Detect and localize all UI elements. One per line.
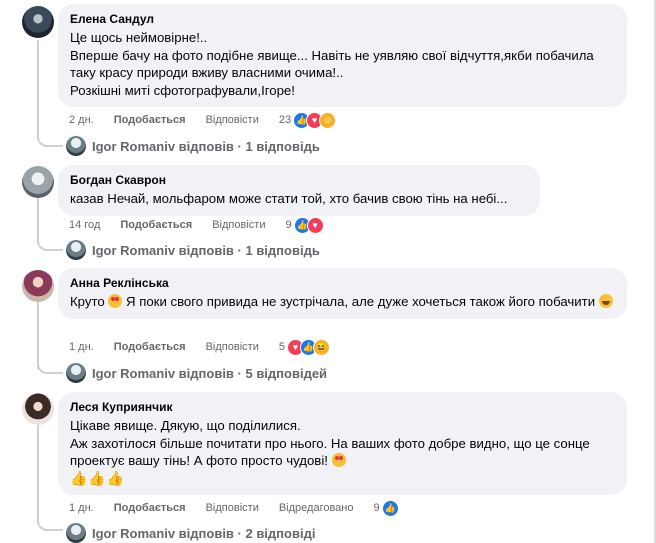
avatar[interactable] [22, 166, 54, 198]
reply-connector [37, 131, 63, 147]
reaction-count[interactable]: 9 [285, 219, 291, 231]
comment-bubble: Богдан Скаврон казав Нечай, мольфаром мо… [58, 165, 540, 216]
like-button[interactable]: Подобається [120, 219, 192, 231]
replies-text[interactable]: Igor Romaniv відповів · 1 відповідь [92, 243, 320, 258]
comment-text: Цікаве явище. Дякую, що поділилися. Аж з… [70, 417, 615, 470]
reply-avatar [66, 240, 86, 260]
comment-text: Це щось неймовірне!.. Вперше бачу на фот… [70, 30, 594, 98]
comment-text: казав Нечай, мольфаром може стати той, х… [70, 191, 508, 206]
view-replies-link[interactable]: Igor Romaniv відповів · 5 відповідей [66, 363, 327, 383]
reply-connector [37, 515, 63, 531]
love-icon: ♥ [306, 216, 324, 234]
comment-time[interactable]: 2 дн. [69, 114, 94, 126]
reaction-icons[interactable]: 👍 ♥ [293, 216, 324, 234]
care-icon: ☺ [319, 111, 337, 129]
comment-author[interactable]: Елена Сандул [70, 11, 615, 27]
comment-actions: 2 дн. Подобається Відповісти 23 👍 ♥ ☺ [69, 111, 337, 129]
grin-emoji-icon [598, 294, 613, 308]
comment-actions: 14 год Подобається Відповісти 9 👍 ♥ [69, 216, 324, 234]
reaction-count[interactable]: 23 [279, 114, 291, 126]
thumbs-up-emoji-icon: 👍👍👍 [70, 469, 126, 486]
replies-text[interactable]: Igor Romaniv відповів · 2 відповіді [92, 526, 315, 541]
reaction-icons[interactable]: ♥ 👍 😆 [286, 338, 330, 356]
reply-button[interactable]: Відповісти [212, 219, 265, 231]
avatar[interactable] [22, 393, 54, 425]
edited-label: Відредаговано [278, 502, 354, 514]
comment-time[interactable]: 1 дн. [69, 502, 94, 514]
like-button[interactable]: Подобається [114, 114, 186, 126]
reply-avatar [66, 363, 86, 383]
heart-eyes-emoji-icon [331, 453, 346, 467]
reaction-count[interactable]: 9 [374, 502, 380, 514]
comment-bubble: Леся Куприянчик Цікаве явище. Дякую, що … [58, 392, 627, 495]
thread-line [37, 40, 39, 140]
reply-avatar [66, 523, 86, 543]
comment-text-part: Цікаве явище. Дякую, що поділилися. Аж з… [70, 418, 590, 468]
reply-connector [37, 358, 63, 374]
view-replies-link[interactable]: Igor Romaniv відповів · 1 відповідь [66, 136, 320, 156]
comment-text: Круто Я поки свого привида не зустрічала… [70, 293, 615, 311]
like-button[interactable]: Подобається [114, 502, 186, 514]
comment-author[interactable]: Богдан Скаврон [70, 172, 528, 188]
reaction-icons[interactable]: 👍 ♥ ☺ [293, 111, 337, 129]
comment-time[interactable]: 1 дн. [69, 341, 94, 353]
haha-icon: 😆 [312, 338, 330, 356]
replies-text[interactable]: Igor Romaniv відповів · 1 відповідь [92, 139, 320, 154]
view-replies-link[interactable]: Igor Romaniv відповів · 1 відповідь [66, 240, 320, 260]
reaction-count[interactable]: 5 [279, 341, 285, 353]
comment-bubble: Елена Сандул Це щось неймовірне!.. Вперш… [58, 4, 627, 107]
comment-text-part: Я поки свого привида не зустрічала, але … [122, 294, 599, 309]
reply-button[interactable]: Відповісти [206, 341, 259, 353]
reaction-icons[interactable]: 👍 [381, 499, 399, 517]
reply-connector [37, 235, 63, 251]
replies-text[interactable]: Igor Romaniv відповів · 5 відповідей [92, 366, 327, 381]
reply-button[interactable]: Відповісти [206, 114, 259, 126]
comment-time[interactable]: 14 год [69, 219, 100, 231]
heart-eyes-emoji-icon [108, 294, 123, 308]
avatar[interactable] [22, 6, 54, 38]
like-icon: 👍 [381, 499, 399, 517]
thread-line [37, 424, 39, 524]
avatar[interactable] [22, 270, 54, 302]
comment-bubble: Анна Реклінська Круто Я поки свого приви… [58, 268, 627, 319]
comment-actions: 1 дн. Подобається Відповісти Відредагова… [69, 499, 399, 517]
comment-author[interactable]: Леся Куприянчик [70, 399, 615, 415]
comment-text-part: Круто [70, 294, 109, 309]
comment-actions: 1 дн. Подобається Відповісти 5 ♥ 👍 😆 [69, 338, 330, 356]
reply-avatar [66, 136, 86, 156]
like-button[interactable]: Подобається [114, 341, 186, 353]
comment-author[interactable]: Анна Реклінська [70, 275, 615, 291]
view-replies-link[interactable]: Igor Romaniv відповів · 2 відповіді [66, 523, 315, 543]
reply-button[interactable]: Відповісти [206, 502, 259, 514]
